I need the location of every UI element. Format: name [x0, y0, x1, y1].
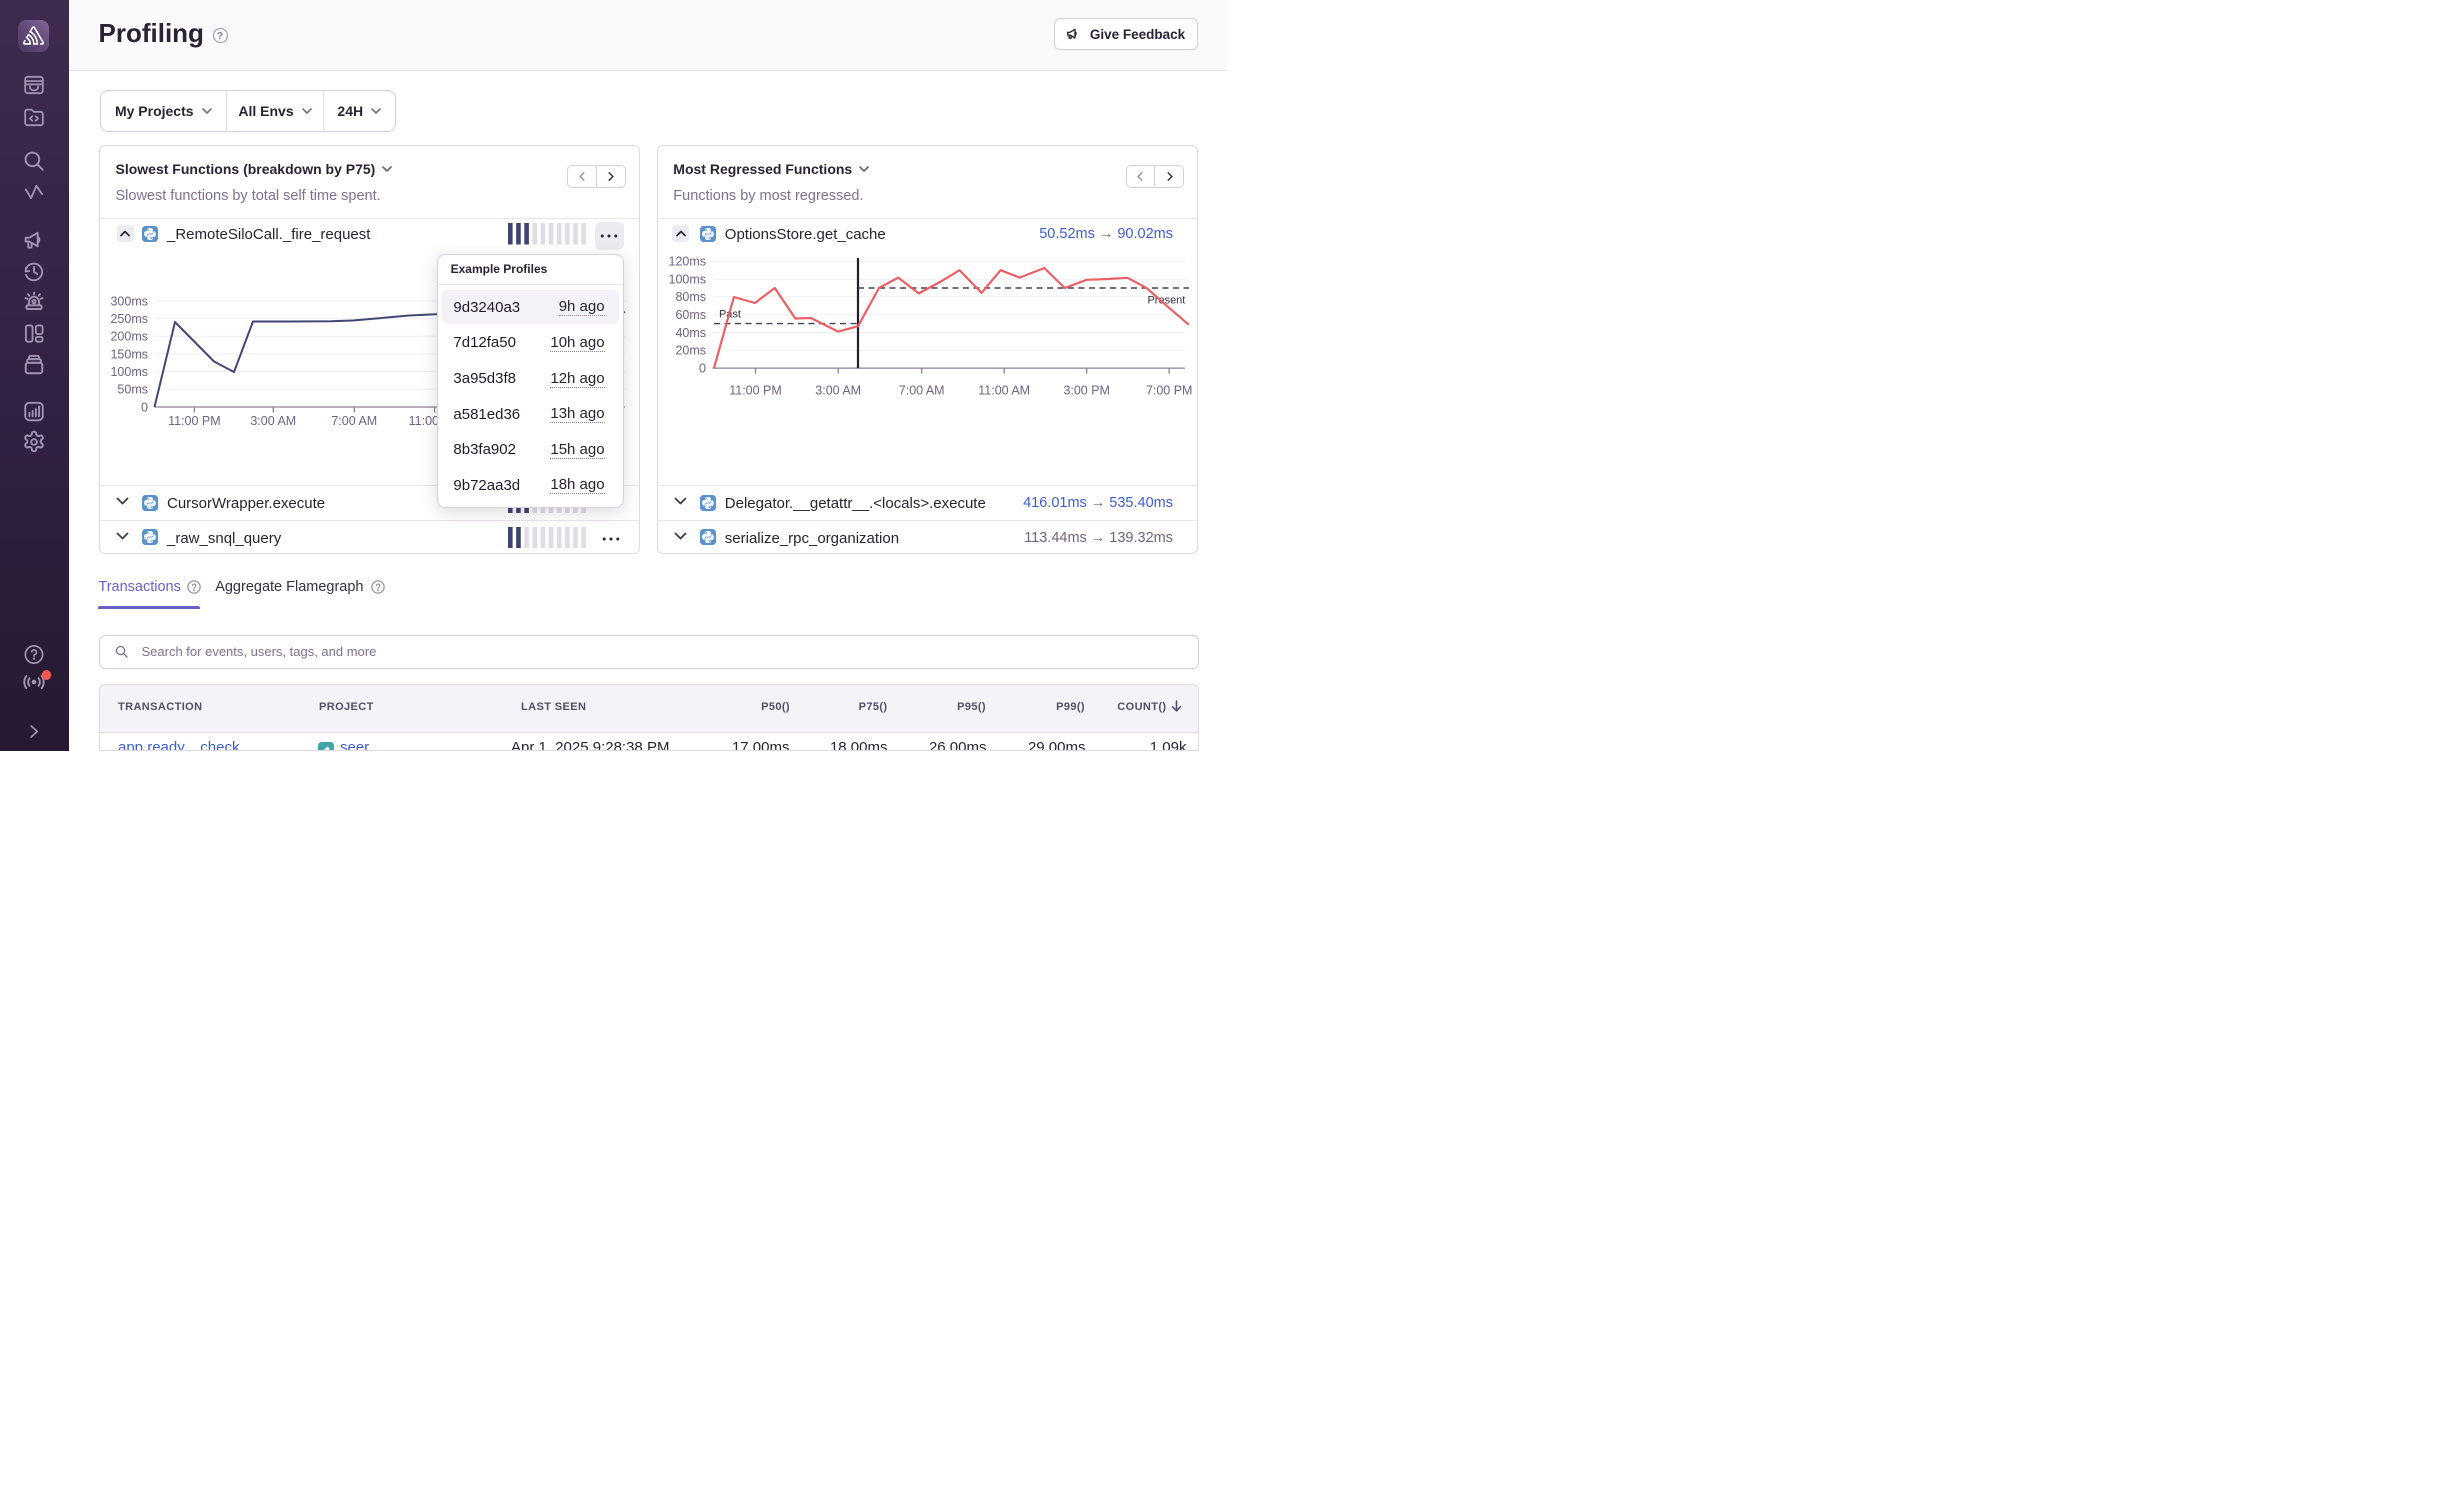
svg-text:3:00 PM: 3:00 PM: [1063, 383, 1110, 397]
svg-text:7:00 AM: 7:00 AM: [899, 383, 945, 397]
svg-text:60ms: 60ms: [675, 308, 706, 322]
svg-text:200ms: 200ms: [110, 330, 148, 344]
svg-text:0: 0: [699, 361, 706, 375]
svg-text:3:00 AM: 3:00 AM: [815, 383, 861, 397]
svg-text:7:00 PM: 7:00 PM: [1146, 383, 1193, 397]
svg-text:300ms: 300ms: [110, 294, 148, 308]
svg-text:3:00 AM: 3:00 AM: [250, 414, 296, 428]
svg-text:100ms: 100ms: [110, 365, 148, 379]
svg-text:40ms: 40ms: [675, 326, 706, 340]
svg-text:11:00 AM: 11:00 AM: [978, 383, 1030, 397]
svg-text:11:00 PM: 11:00 PM: [168, 414, 221, 428]
svg-text:0: 0: [141, 400, 148, 414]
svg-text:20ms: 20ms: [675, 344, 706, 358]
svg-text:150ms: 150ms: [110, 347, 148, 361]
svg-text:7:00 AM: 7:00 AM: [331, 414, 377, 428]
svg-text:50ms: 50ms: [117, 383, 148, 397]
svg-text:80ms: 80ms: [675, 290, 706, 304]
svg-text:100ms: 100ms: [668, 272, 705, 286]
svg-text:120ms: 120ms: [668, 255, 705, 269]
svg-text:11:00 PM: 11:00 PM: [729, 383, 782, 397]
svg-text:250ms: 250ms: [110, 312, 148, 326]
